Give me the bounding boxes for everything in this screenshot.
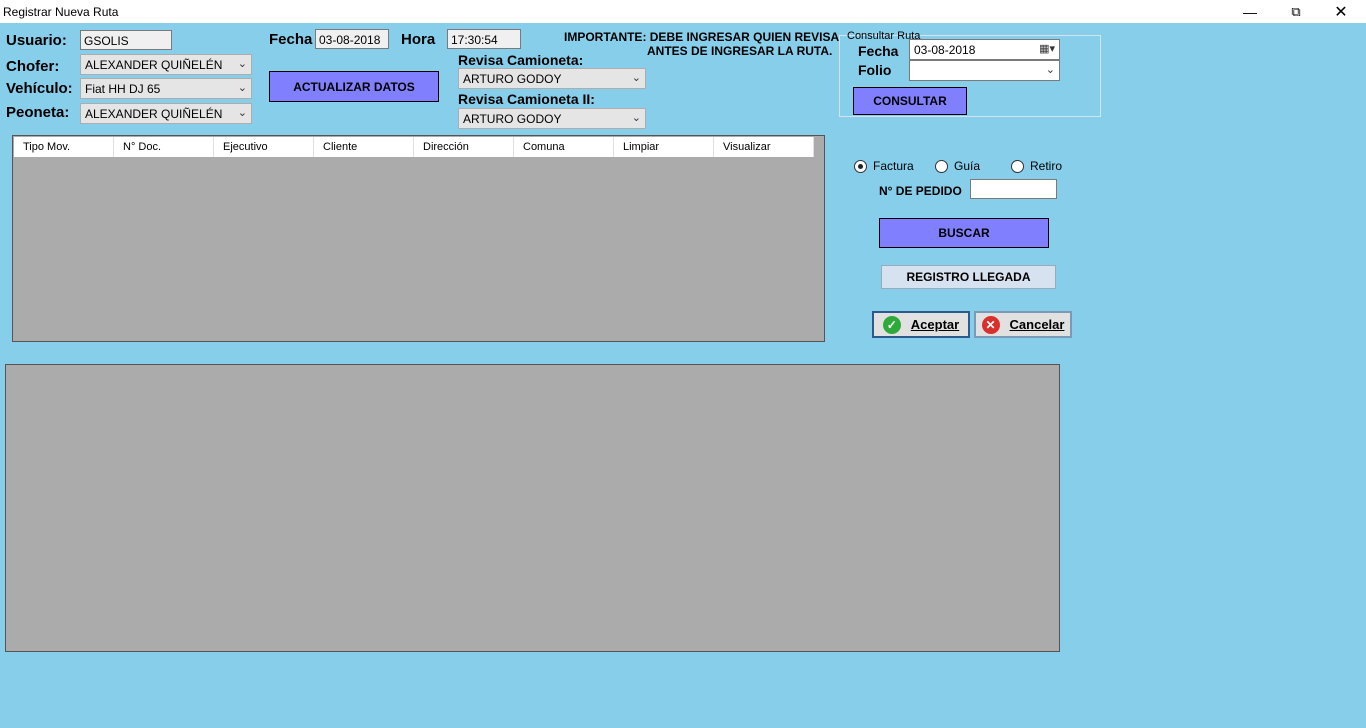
vehiculo-select[interactable]: Fiat HH DJ 65 ⌄: [80, 78, 252, 99]
cancelar-button[interactable]: ✕ Cancelar: [974, 311, 1072, 338]
hora-label: Hora: [401, 31, 436, 48]
chevron-down-icon: ⌄: [237, 82, 247, 94]
title-bar: Registrar Nueva Ruta — ⧉ ✕: [0, 0, 1366, 23]
chevron-down-icon: ⌄: [1045, 64, 1055, 76]
window-title: Registrar Nueva Ruta: [3, 5, 119, 19]
revisa-camioneta-2-select[interactable]: ARTURO GODOY ⌄: [458, 108, 646, 129]
actualizar-datos-button[interactable]: ACTUALIZAR DATOS: [269, 71, 439, 102]
chofer-value: ALEXANDER QUIÑELÉN: [85, 58, 223, 72]
radio-retiro[interactable]: Retiro: [1011, 159, 1062, 173]
cancelar-label: Cancelar: [1009, 317, 1065, 332]
radio-retiro-label: Retiro: [1030, 159, 1063, 173]
pedido-input[interactable]: [970, 179, 1057, 199]
consultar-fecha-picker[interactable]: 03-08-2018 ▦▾: [909, 39, 1060, 60]
route-details-grid[interactable]: [5, 364, 1060, 652]
column-header[interactable]: Comuna: [514, 137, 614, 157]
calendar-icon: ▦▾: [1039, 43, 1055, 55]
consultar-fecha-label: Fecha: [858, 43, 899, 59]
radio-factura-label: Factura: [873, 159, 914, 173]
chevron-down-icon: ⌄: [631, 112, 641, 124]
column-header[interactable]: N° Doc.: [114, 137, 214, 157]
peoneta-value: ALEXANDER QUIÑELÉN: [85, 107, 223, 121]
restore-button[interactable]: ⧉: [1273, 0, 1319, 23]
important-notice-line1: IMPORTANTE: DEBE INGRESAR QUIEN REVISA: [564, 30, 840, 44]
radio-factura[interactable]: Factura: [854, 159, 914, 173]
vehiculo-label: Vehículo:: [6, 80, 73, 97]
column-header[interactable]: Visualizar: [714, 137, 814, 157]
close-icon: ✕: [1334, 3, 1348, 21]
buscar-button[interactable]: BUSCAR: [879, 218, 1049, 248]
folio-label: Folio: [858, 62, 892, 78]
consultar-button[interactable]: CONSULTAR: [853, 87, 967, 115]
hora-field[interactable]: 17:30:54: [447, 29, 521, 49]
chofer-label: Chofer:: [6, 58, 60, 75]
usuario-field[interactable]: GSOLIS: [80, 30, 172, 50]
folio-select[interactable]: ⌄: [909, 60, 1060, 81]
revisa-camioneta-label: Revisa Camioneta:: [458, 52, 584, 68]
close-button[interactable]: ✕: [1318, 0, 1364, 23]
column-header[interactable]: Tipo Mov.: [14, 137, 114, 157]
revisa-camioneta-2-value: ARTURO GODOY: [463, 112, 562, 126]
x-circle-icon: ✕: [981, 315, 1000, 334]
radio-indicator: [935, 159, 948, 173]
registro-llegada-button[interactable]: REGISTRO LLEGADA: [881, 265, 1056, 289]
chevron-down-icon: ⌄: [237, 58, 247, 70]
radio-indicator: [1011, 159, 1024, 173]
table-header: Tipo Mov. N° Doc. Ejecutivo Cliente Dire…: [14, 137, 814, 157]
revisa-camioneta-value: ARTURO GODOY: [463, 72, 562, 86]
consultar-fecha-value: 03-08-2018: [914, 43, 976, 57]
peoneta-select[interactable]: ALEXANDER QUIÑELÉN ⌄: [80, 103, 252, 124]
radio-selected-indicator: [854, 159, 867, 173]
pedido-label: N° DE PEDIDO: [879, 184, 962, 198]
column-header[interactable]: Dirección: [414, 137, 514, 157]
usuario-label: Usuario:: [6, 32, 67, 49]
fecha-label: Fecha: [269, 31, 313, 48]
peoneta-label: Peoneta:: [6, 104, 70, 121]
column-header[interactable]: Limpiar: [614, 137, 714, 157]
radio-guia-label: Guía: [954, 159, 981, 173]
chevron-down-icon: ⌄: [237, 107, 247, 119]
column-header[interactable]: Cliente: [314, 137, 414, 157]
chofer-select[interactable]: ALEXANDER QUIÑELÉN ⌄: [80, 54, 252, 75]
fecha-field[interactable]: 03-08-2018: [315, 29, 389, 49]
restore-icon: ⧉: [1291, 3, 1301, 19]
check-icon: ✓: [882, 315, 901, 334]
vehiculo-value: Fiat HH DJ 65: [85, 82, 161, 96]
minimize-icon: —: [1243, 3, 1257, 20]
chevron-down-icon: ⌄: [631, 72, 641, 84]
column-header[interactable]: Ejecutivo: [214, 137, 314, 157]
aceptar-button[interactable]: ✓ Aceptar: [872, 311, 970, 338]
minimize-button[interactable]: —: [1227, 0, 1273, 23]
revisa-camioneta-2-label: Revisa Camioneta II:: [458, 91, 595, 107]
revisa-camioneta-select[interactable]: ARTURO GODOY ⌄: [458, 68, 646, 89]
documents-table[interactable]: Tipo Mov. N° Doc. Ejecutivo Cliente Dire…: [12, 135, 825, 342]
radio-guia[interactable]: Guía: [935, 159, 980, 173]
important-notice-line2: ANTES DE INGRESAR LA RUTA.: [647, 44, 833, 58]
aceptar-label: Aceptar: [910, 317, 960, 332]
